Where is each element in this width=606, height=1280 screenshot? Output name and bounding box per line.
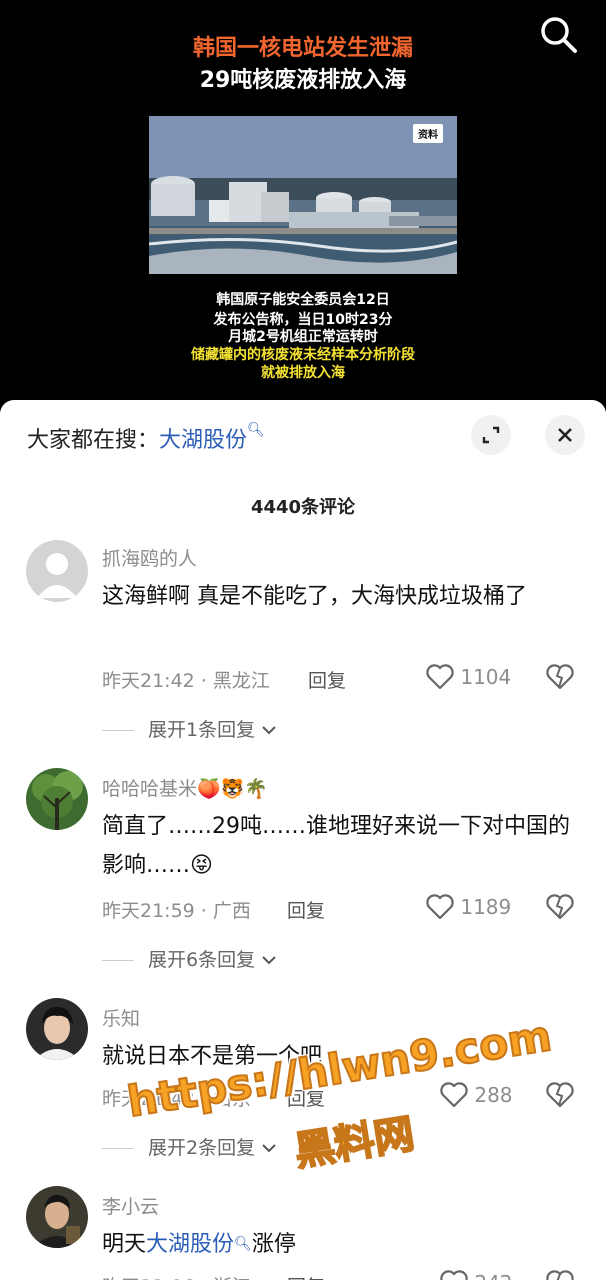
like-button[interactable]: 242 [440,1270,513,1280]
search-button[interactable] [538,14,580,56]
expand-replies-button[interactable]: 展开6条回复 [102,945,277,972]
video-caption-line: 月城2号机组正常运转时 [228,329,378,345]
video-caption-highlight: 储藏罐内的核废液未经样本分析阶段 [191,347,415,363]
broken-heart-icon [546,1270,574,1280]
comment-keyword-link[interactable]: 大湖股份 [146,1232,234,1257]
expand-icon [482,426,500,444]
keyword-search-icon: 🔍︎ [247,422,265,438]
image-tag: 资料 [413,124,443,143]
comment-text: 这海鲜啊 真是不能吃了，大海快成垃圾桶了 [102,584,527,609]
divider [102,1148,134,1149]
like-count: 242 [474,1271,512,1280]
portrait-avatar-image [26,1186,88,1248]
like-button[interactable]: 1104 [426,664,511,690]
video-frame-image: 资料 [149,116,457,274]
heart-icon [426,894,454,920]
everyone-search-label: 大家都在搜： [27,428,160,453]
avatar[interactable] [26,1186,88,1248]
video-title-line1: 韩国一核电站发生泄漏 [192,36,413,61]
comment-username[interactable]: 哈哈哈基米🍑🐯🌴 [102,774,268,801]
expand-replies-label: 展开6条回复 [148,949,256,971]
comment-count: 4440条评论 [250,497,356,518]
reply-button[interactable]: 回复 [287,1272,325,1280]
comment-text-suffix: 涨停 [251,1232,296,1257]
video-caption-line: 韩国原子能安全委员会12日 [216,292,390,308]
avatar[interactable] [26,768,88,830]
video-player[interactable]: 韩国一核电站发生泄漏 29吨核废液排放入海 资料 韩国原子能安全委员会12日 发… [0,0,606,410]
close-button[interactable] [545,415,585,455]
heart-icon [440,1270,468,1280]
broken-heart-icon [546,664,574,690]
dislike-button[interactable] [546,894,574,924]
broken-heart-icon [546,1082,574,1108]
everyone-search-keyword[interactable]: 大湖股份 [159,428,247,453]
power-plant-picture [149,116,457,274]
dislike-button[interactable] [546,1270,574,1280]
divider [102,960,134,961]
video-title-line2: 29吨核废液排放入海 [199,68,407,93]
keyword-search-icon: 🔍︎ [234,1236,252,1252]
reply-button[interactable]: 回复 [308,666,346,693]
portrait-avatar-image [26,998,88,1060]
chevron-down-icon [262,1144,276,1153]
expand-button[interactable] [471,415,511,455]
chevron-down-icon [262,956,276,965]
expand-replies-label: 展开2条回复 [148,1137,256,1159]
everyone-search-bar[interactable]: 大家都在搜：大湖股份🔍︎ [27,422,265,454]
expand-replies-label: 展开1条回复 [148,719,256,741]
comment-username[interactable]: 抓海鸥的人 [102,544,197,571]
chevron-down-icon [262,726,276,735]
comment-username[interactable]: 李小云 [102,1192,159,1219]
comment-text: 明天大湖股份🔍︎涨停 [102,1225,582,1264]
comment-time-location: 昨天21:42 · 黑龙江 [102,670,270,692]
avatar[interactable] [26,540,88,602]
heart-icon [440,1082,468,1108]
like-count: 1189 [460,895,512,919]
broken-heart-icon [546,894,574,920]
like-count: 288 [474,1083,513,1107]
like-button[interactable]: 1189 [426,894,511,920]
tree-avatar-image [26,768,88,830]
comment-time-location: 昨天22:06 · 浙江 [102,1272,251,1280]
divider [102,730,134,731]
heart-icon [426,664,454,690]
dislike-button[interactable] [546,664,574,694]
search-icon [541,17,577,53]
comment-username[interactable]: 乐知 [102,1004,140,1031]
avatar[interactable] [26,998,88,1060]
like-button[interactable]: 288 [440,1082,513,1108]
video-caption-highlight: 就被排放入海 [261,365,345,381]
default-avatar-icon [26,540,88,602]
like-count: 1104 [460,665,512,689]
dislike-button[interactable] [546,1082,574,1112]
comment-time-location: 昨天21:59 · 广西 [102,900,251,922]
comment-text: 简直了……29吨……谁地理好来说一下对中国的影响……😝 [102,814,570,878]
close-icon [558,428,572,442]
reply-button[interactable]: 回复 [287,896,325,923]
expand-replies-button[interactable]: 展开2条回复 [102,1133,277,1160]
comment-text-prefix: 明天 [102,1232,147,1257]
expand-replies-button[interactable]: 展开1条回复 [102,715,277,742]
